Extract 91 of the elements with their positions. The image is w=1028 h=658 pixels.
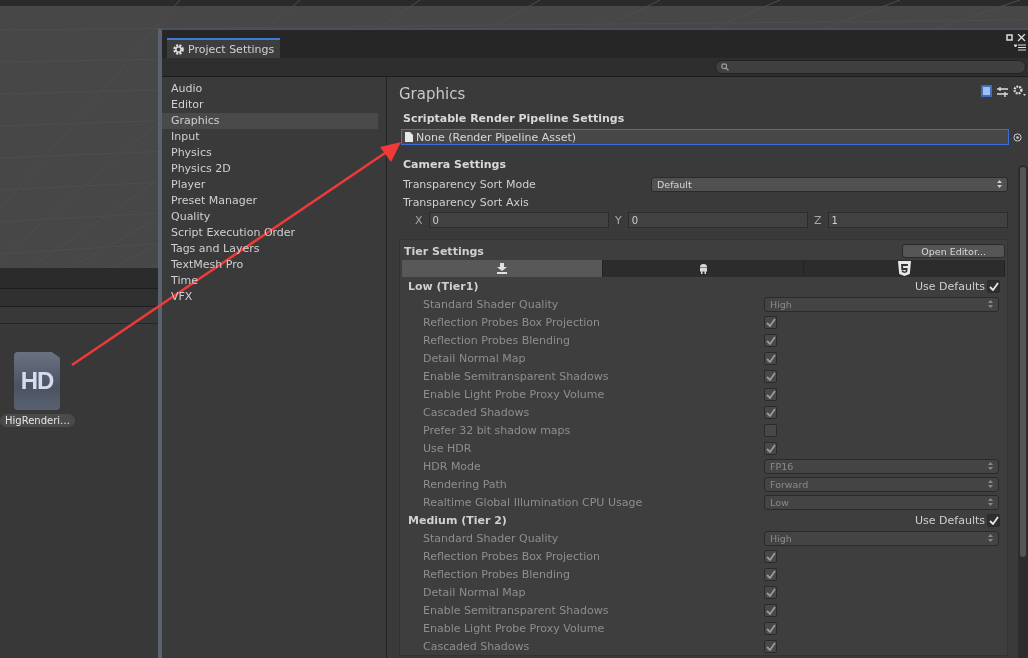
setting-label: Reflection Probes Blending — [423, 567, 571, 581]
window-buttons-icon[interactable] — [1006, 34, 1026, 42]
setting-label: Enable Light Probe Proxy Volume — [423, 621, 606, 635]
checkbox[interactable] — [764, 585, 777, 599]
updown-icon — [988, 480, 993, 488]
setting-label: Realtime Global Illumination CPU Usage — [423, 495, 644, 509]
android-icon — [698, 263, 708, 274]
setting-label: Enable Semitransparent Shadows — [423, 603, 610, 617]
section-heading: Scriptable Render Pipeline Settings — [403, 111, 626, 127]
section-heading: Camera Settings — [403, 157, 508, 173]
section-heading: Tier Settings — [404, 244, 484, 258]
setting-label: Prefer 32 bit shadow maps — [423, 423, 572, 437]
checkbox[interactable] — [764, 423, 777, 437]
window-tab[interactable]: Project Settings — [167, 38, 281, 58]
sidebar-item[interactable]: Editor — [162, 97, 378, 113]
setting-label: Reflection Probes Blending — [423, 333, 571, 347]
sidebar-item[interactable]: Preset Manager — [162, 193, 378, 209]
menu-icon[interactable] — [1014, 44, 1026, 51]
setting-label: Use HDR — [423, 441, 473, 455]
tier-title: Low (Tier1) — [408, 279, 479, 293]
sidebar-item[interactable]: Input — [162, 129, 378, 145]
checkbox[interactable] — [764, 351, 777, 365]
axis-label: X — [415, 213, 423, 227]
updown-icon — [988, 498, 993, 506]
setting-label: Reflection Probes Box Projection — [423, 549, 601, 563]
sidebar-item[interactable]: Quality — [162, 209, 378, 225]
search-field[interactable] — [715, 60, 1026, 74]
setting-label: Cascaded Shadows — [423, 405, 531, 419]
hd-asset-icon[interactable]: HD — [14, 352, 60, 410]
number-field[interactable]: 0 — [428, 212, 609, 228]
asset-name[interactable]: HigRenderi… — [0, 414, 76, 427]
checkbox[interactable] — [764, 567, 777, 581]
axis-label: Z — [814, 213, 822, 227]
dropdown[interactable]: Default — [651, 176, 1008, 192]
checkbox[interactable] — [764, 369, 777, 383]
sidebar-item[interactable]: Audio — [162, 81, 378, 97]
setting-label: Detail Normal Map — [423, 585, 527, 599]
checkbox[interactable] — [764, 387, 777, 401]
updown-icon — [997, 180, 1002, 188]
setting-label: Enable Semitransparent Shadows — [423, 369, 610, 383]
sidebar-item[interactable]: Graphics — [162, 113, 378, 129]
sliders-icon[interactable] — [997, 85, 1008, 97]
help-book-icon[interactable] — [981, 85, 992, 97]
sidebar-item[interactable]: VFX — [162, 289, 378, 305]
object-picker-icon[interactable] — [1013, 132, 1022, 142]
checkbox[interactable] — [764, 621, 777, 635]
gear-icon — [173, 43, 184, 55]
checkbox[interactable] — [764, 639, 777, 653]
tier-title: Medium (Tier 2) — [408, 513, 507, 527]
sidebar-item[interactable]: Player — [162, 177, 378, 193]
setting-label: Detail Normal Map — [423, 351, 527, 365]
checkbox[interactable] — [764, 603, 777, 617]
open-editor-button[interactable]: Open Editor... — [902, 244, 1005, 258]
hd-label: HD — [20, 367, 54, 395]
scrollbar[interactable] — [1018, 165, 1028, 658]
checkbox[interactable] — [987, 279, 1000, 293]
panel-title: Graphics — [399, 85, 466, 103]
checkbox[interactable] — [764, 405, 777, 419]
checkbox[interactable] — [987, 513, 1000, 527]
setting-label: Enable Light Probe Proxy Volume — [423, 387, 606, 401]
axis-label: Y — [614, 213, 622, 227]
document-icon — [405, 132, 413, 142]
checkbox[interactable] — [764, 315, 777, 329]
platform-tab[interactable] — [804, 260, 1005, 277]
window-title: Project Settings — [188, 42, 275, 56]
updown-icon — [988, 534, 993, 542]
checkbox[interactable] — [764, 441, 777, 455]
sidebar-item[interactable]: Physics 2D — [162, 161, 378, 177]
settings-icon[interactable] — [1013, 85, 1026, 97]
setting-label: Standard Shader Quality — [423, 531, 560, 545]
updown-icon — [988, 462, 993, 470]
html5-shield-icon — [897, 261, 911, 276]
number-field[interactable]: 1 — [827, 212, 1008, 228]
field-label: Use Defaults — [915, 279, 985, 293]
setting-label: Reflection Probes Box Projection — [423, 315, 601, 329]
download-icon — [497, 263, 507, 274]
field-label: Transparency Sort Axis — [403, 195, 530, 209]
setting-label: Rendering Path — [423, 477, 508, 491]
sidebar-item[interactable]: Physics — [162, 145, 378, 161]
checkbox[interactable] — [764, 549, 777, 563]
number-field[interactable]: 0 — [627, 212, 809, 228]
field-label: Transparency Sort Mode — [403, 177, 537, 191]
object-field[interactable]: None (Render Pipeline Asset) — [401, 129, 1009, 145]
search-icon — [721, 63, 729, 71]
field-label: Use Defaults — [915, 513, 985, 527]
setting-label: HDR Mode — [423, 459, 482, 473]
setting-label: Cascaded Shadows — [423, 639, 531, 653]
checkbox[interactable] — [764, 333, 777, 347]
setting-label: Standard Shader Quality — [423, 297, 560, 311]
field-value: None (Render Pipeline Asset) — [416, 130, 577, 144]
updown-icon — [988, 300, 993, 308]
